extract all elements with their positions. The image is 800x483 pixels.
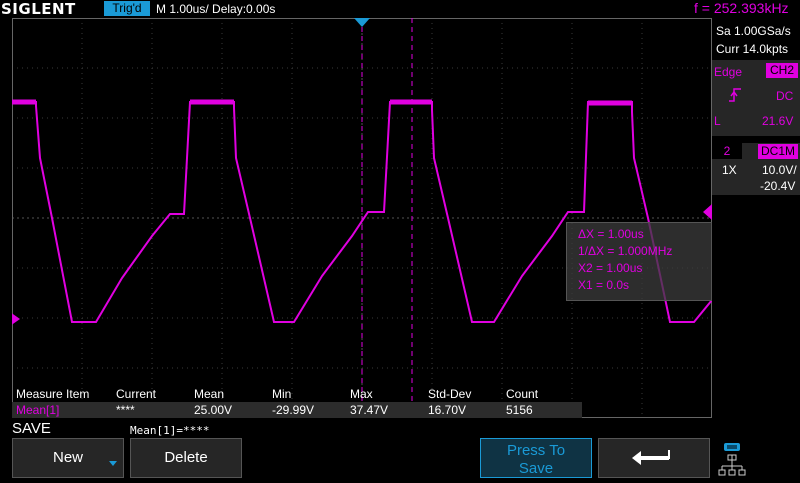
channel-offset: -20.4V <box>760 179 796 193</box>
trigger-status-badge: Trig'd <box>104 1 150 16</box>
press-to-save-button[interactable]: Press To Save <box>480 438 592 478</box>
measure-std-dev: 16.70V <box>428 403 467 417</box>
channel-coupling-badge: DC1M <box>758 144 798 159</box>
new-button-label: New <box>52 449 83 466</box>
brand-logo: SIGLENT <box>1 0 76 18</box>
volts-per-division: 10.0V/ <box>762 163 797 177</box>
measure-header-count: Count <box>506 387 539 401</box>
measure-header-max: Max <box>350 387 373 401</box>
press-to-save-line1: Press To <box>506 442 566 459</box>
measure-header-std-dev: Std-Dev <box>428 387 472 401</box>
sample-rate: Sa 1.00GSa/s <box>716 24 791 38</box>
waveform-display[interactable] <box>12 18 712 418</box>
measure-header-mean: Mean <box>194 387 225 401</box>
cursor-x1: X1 = 0.0s <box>578 278 630 292</box>
measure-item-name: Mean[1] <box>16 403 60 417</box>
trigger-level: 21.6V <box>762 114 794 128</box>
measure-count: 5156 <box>506 403 533 417</box>
probe-attenuation: 1X <box>722 163 737 177</box>
trigger-coupling: DC <box>776 89 794 103</box>
measure-header-current: Current <box>116 387 157 401</box>
cursor-x2: X2 = 1.00us <box>578 261 643 275</box>
press-to-save-line2: Save <box>518 460 554 477</box>
dropdown-arrow-icon <box>108 458 118 471</box>
memory-depth: Curr 14.0kpts <box>716 42 789 56</box>
trigger-type: Edge <box>714 65 743 79</box>
cursor-delta-x: ΔX = 1.00us <box>578 227 644 241</box>
channel-number: 2 <box>712 143 742 159</box>
return-arrow-icon <box>632 450 670 465</box>
trigger-source-badge: CH2 <box>766 63 798 78</box>
network-icon <box>718 440 748 478</box>
cursor-inverse-delta-x: 1/ΔX = 1.000MHz <box>578 244 673 258</box>
measure-mean: 25.00V <box>194 403 233 417</box>
measure-header-min: Min <box>272 387 292 401</box>
measure-min: -29.99V <box>272 403 315 417</box>
measure-current: **** <box>116 403 135 417</box>
trigger-rising-edge-icon <box>728 87 742 106</box>
measure-max: 37.47V <box>350 403 389 417</box>
delete-button-label: Delete <box>164 449 208 466</box>
statistics-line: Mean[1]=**** <box>130 424 210 437</box>
measure-header-item: Measure Item <box>16 387 90 401</box>
delete-button[interactable]: Delete <box>130 438 242 478</box>
menu-title: SAVE <box>12 420 51 437</box>
return-button[interactable] <box>598 438 710 478</box>
frequency-readout: f = 252.393kHz <box>694 0 789 16</box>
timebase-readout[interactable]: M 1.00us/ Delay:0.00s <box>156 2 275 16</box>
trigger-level-label: L <box>714 114 721 128</box>
